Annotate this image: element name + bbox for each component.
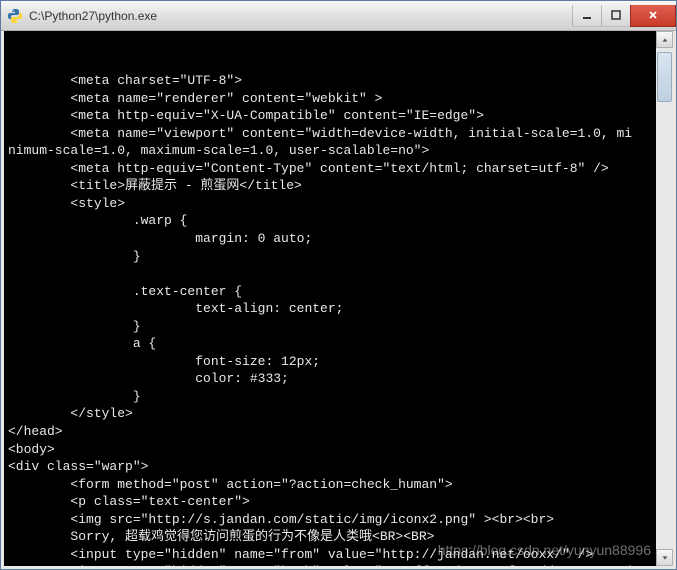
scroll-down-button[interactable] (656, 549, 673, 566)
scrollbar-thumb[interactable] (657, 52, 672, 102)
close-button[interactable] (630, 5, 676, 27)
window-controls (573, 5, 676, 27)
maximize-button[interactable] (601, 5, 631, 27)
window-title: C:\Python27\python.exe (29, 9, 573, 23)
console-window: C:\Python27\python.exe <meta charset="UT… (0, 0, 677, 570)
scroll-up-button[interactable] (656, 31, 673, 48)
minimize-button[interactable] (572, 5, 602, 27)
python-icon (7, 8, 23, 24)
scrollbar-track[interactable] (656, 48, 673, 549)
vertical-scrollbar[interactable] (656, 31, 673, 566)
titlebar[interactable]: C:\Python27\python.exe (1, 1, 676, 31)
console-area[interactable]: <meta charset="UTF-8"> <meta name="rende… (1, 31, 676, 569)
console-output: <meta charset="UTF-8"> <meta name="rende… (8, 72, 669, 569)
